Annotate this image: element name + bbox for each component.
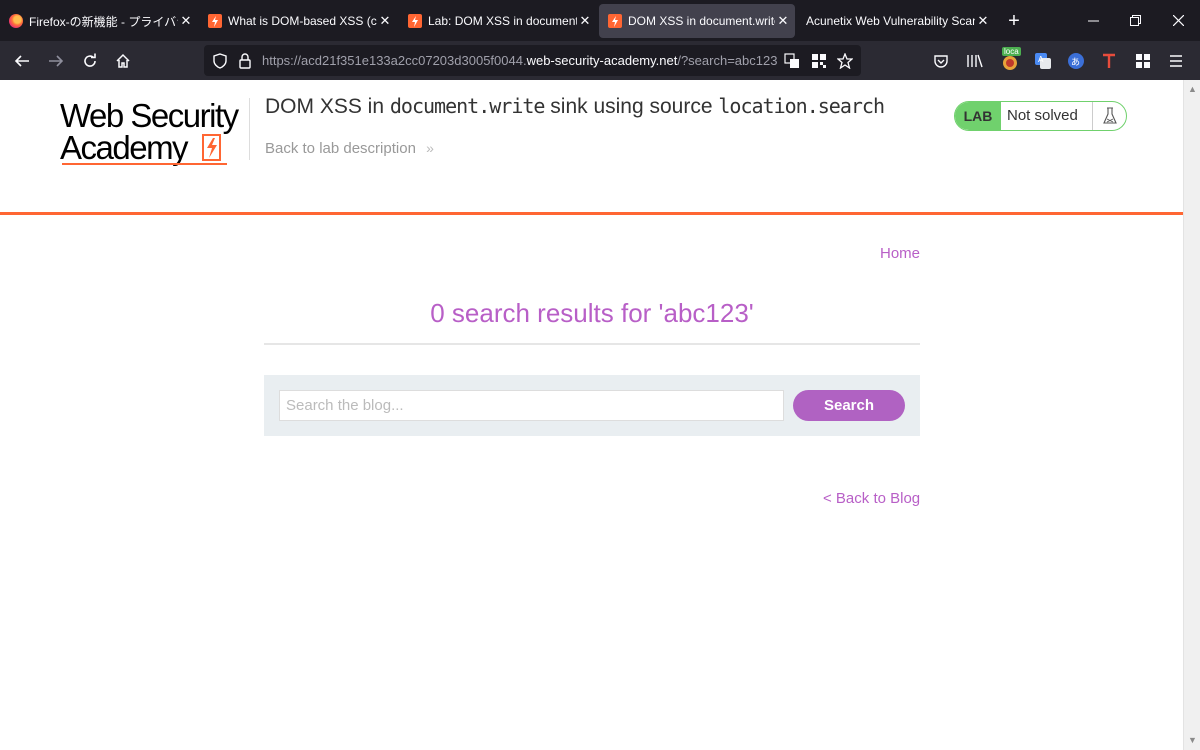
- lab-title-code: document.write: [389, 94, 546, 118]
- back-to-lab-description-link[interactable]: Back to lab description »: [265, 140, 434, 157]
- tab-title: What is DOM-based XSS (cro: [228, 14, 377, 28]
- firefox-icon: [9, 14, 23, 28]
- bookmark-star-icon[interactable]: [836, 52, 854, 70]
- browser-tab-strip: Firefox-の新機能 - プライバシー保 ✕ What is DOM-bas…: [0, 0, 1200, 41]
- svg-text:A: A: [1038, 55, 1044, 64]
- search-input[interactable]: [279, 390, 784, 421]
- localhost-extension-icon[interactable]: loca: [998, 47, 1022, 73]
- url-suffix: /?search=abc123: [677, 53, 778, 68]
- lab-title-part: sink using source: [544, 95, 719, 118]
- close-window-icon[interactable]: [1156, 0, 1200, 41]
- header-divider: [249, 98, 250, 160]
- page-translate-icon[interactable]: [783, 52, 801, 70]
- lab-badge: LAB: [955, 102, 1001, 130]
- portswigger-icon: [408, 14, 422, 28]
- reload-icon[interactable]: [78, 49, 102, 73]
- browser-tab[interactable]: Lab: DOM XSS in document.w ✕: [399, 4, 597, 38]
- close-tab-icon[interactable]: ✕: [178, 13, 194, 29]
- flask-icon: [1092, 102, 1126, 130]
- close-tab-icon[interactable]: ✕: [577, 13, 593, 29]
- logo-text-line2: Academy: [60, 129, 189, 166]
- close-tab-icon[interactable]: ✕: [975, 13, 991, 29]
- browser-tab-active[interactable]: DOM XSS in document.write ✕: [599, 4, 795, 38]
- qr-code-icon[interactable]: [810, 52, 828, 70]
- search-panel: Search: [264, 375, 920, 436]
- lab-title-part: DOM XSS in: [265, 95, 390, 118]
- lab-title: DOM XSS in document.write sink using sou…: [265, 94, 885, 119]
- svg-text:あ: あ: [1071, 57, 1080, 68]
- translate-icon[interactable]: A: [1031, 49, 1055, 73]
- web-security-academy-logo[interactable]: Web Security Academy: [60, 99, 250, 169]
- back-arrow-icon[interactable]: [10, 49, 34, 73]
- restore-icon[interactable]: [1113, 0, 1157, 41]
- search-button[interactable]: Search: [793, 390, 905, 421]
- scroll-down-icon[interactable]: ▼: [1188, 735, 1197, 745]
- tab-title: DOM XSS in document.write: [628, 14, 775, 28]
- text-extension-icon[interactable]: [1097, 49, 1121, 73]
- lab-title-code: location.search: [718, 94, 885, 118]
- browser-tab[interactable]: What is DOM-based XSS (cro ✕: [199, 4, 397, 38]
- lab-status-widget: LAB Not solved: [954, 101, 1127, 131]
- translate-alt-icon[interactable]: あ: [1064, 49, 1088, 73]
- close-tab-icon[interactable]: ✕: [775, 13, 791, 29]
- results-divider: [264, 343, 920, 345]
- library-icon[interactable]: [963, 49, 987, 73]
- home-link[interactable]: Home: [880, 245, 920, 262]
- search-results-heading: 0 search results for 'abc123': [430, 298, 754, 328]
- url-domain: web-security-academy.net: [526, 53, 678, 68]
- portswigger-icon: [608, 14, 622, 28]
- tab-title: Acunetix Web Vulnerability Scann: [806, 14, 975, 28]
- logo-underline: [62, 163, 227, 165]
- extension-badge: loca: [1002, 47, 1021, 56]
- scroll-up-icon[interactable]: ▲: [1188, 84, 1197, 94]
- pocket-icon[interactable]: [929, 49, 953, 73]
- tracking-protection-shield-icon[interactable]: [211, 52, 229, 70]
- minimize-icon[interactable]: [1071, 0, 1115, 41]
- browser-tab[interactable]: Firefox-の新機能 - プライバシー保 ✕: [0, 4, 198, 38]
- browser-tab[interactable]: Acunetix Web Vulnerability Scann ✕: [797, 4, 995, 38]
- lab-status-text: Not solved: [1007, 107, 1078, 124]
- logo-text-line1: Web Security: [60, 97, 239, 134]
- double-chevron-right-icon: »: [426, 140, 434, 156]
- page-scrollbar[interactable]: ▲ ▼: [1183, 80, 1200, 750]
- new-tab-button[interactable]: +: [1003, 8, 1025, 34]
- lightning-bolt-icon: [202, 134, 221, 161]
- url-bar[interactable]: https://acd21f351e133a2cc07203d3005f0044…: [204, 45, 861, 76]
- forward-arrow-icon[interactable]: [44, 49, 68, 73]
- tab-title: Lab: DOM XSS in document.w: [428, 14, 577, 28]
- back-to-lab-description-label: Back to lab description: [265, 140, 416, 157]
- lock-icon[interactable]: [236, 52, 254, 70]
- close-tab-icon[interactable]: ✕: [377, 13, 393, 29]
- url-text[interactable]: https://acd21f351e133a2cc07203d3005f0044…: [262, 53, 777, 68]
- home-icon[interactable]: [111, 49, 135, 73]
- tab-title: Firefox-の新機能 - プライバシー保: [29, 14, 178, 29]
- extensions-icon[interactable]: [1131, 49, 1155, 73]
- portswigger-icon: [208, 14, 222, 28]
- back-to-blog-link[interactable]: < Back to Blog: [823, 490, 920, 507]
- menu-icon[interactable]: [1164, 49, 1188, 73]
- url-prefix: https://acd21f351e133a2cc07203d3005f0044…: [262, 53, 527, 68]
